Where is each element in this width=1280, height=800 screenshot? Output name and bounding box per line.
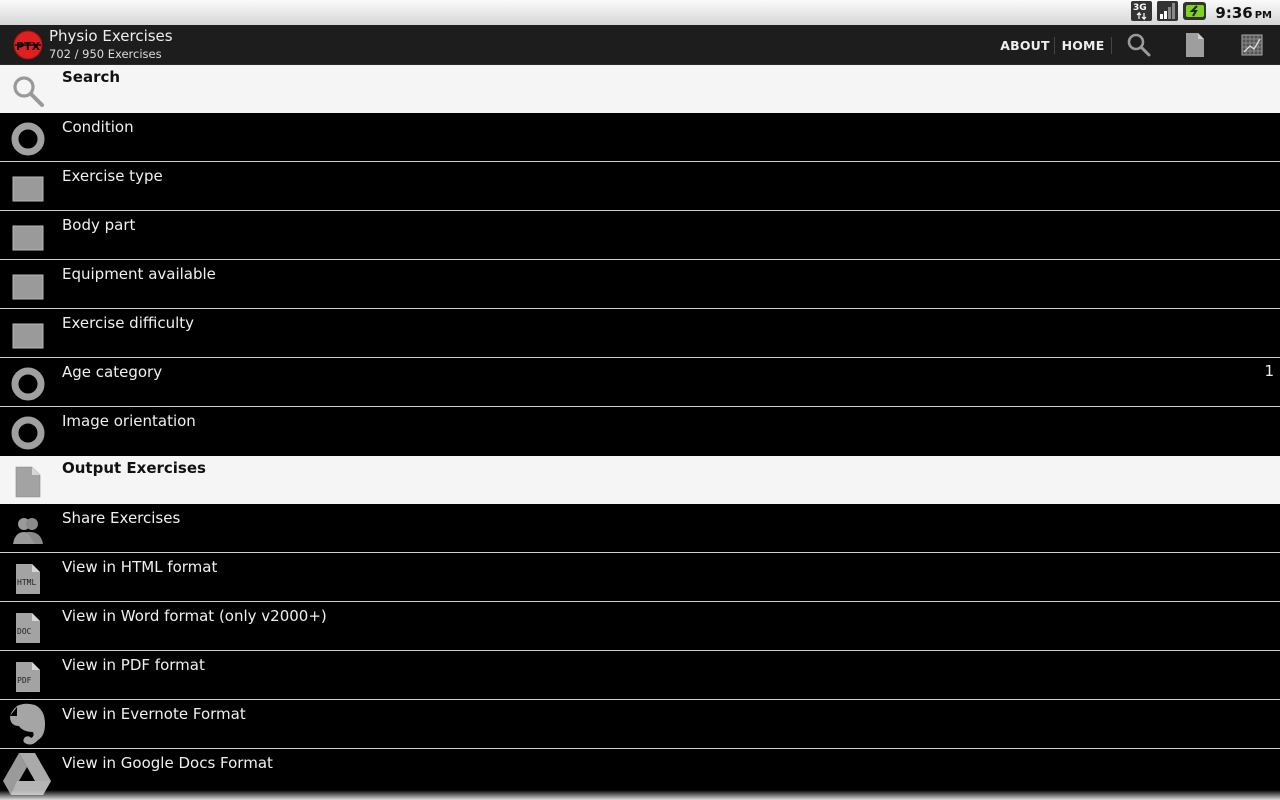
checkbox-icon [8,268,48,304]
list-item-exercise-type[interactable]: Exercise type [0,162,1280,211]
status-bar: 3G 9:36 PM [0,0,1280,25]
list-item-label: View in Word format (only v2000+) [62,607,327,625]
list-item-view-google-docs[interactable]: View in Google Docs Format [0,749,1280,798]
list-item-body-part[interactable]: Body part [0,211,1280,260]
battery-charging-icon [1183,0,1207,26]
list-item-equipment-available[interactable]: Equipment available [0,260,1280,309]
output-button[interactable] [1180,30,1210,60]
checkbox-icon [8,170,48,206]
list-item-label: Equipment available [62,265,216,283]
home-button[interactable]: HOME [1058,25,1108,65]
divider [1111,37,1112,54]
checkbox-icon [8,317,48,353]
app-title: Physio Exercises [49,27,173,45]
selection-count: 1 [1264,362,1274,380]
list-item-label: Condition [62,118,134,136]
list-item-image-orientation[interactable]: Image orientation [0,407,1280,456]
section-header-output: Output Exercises [0,456,1280,504]
list-item-share-exercises[interactable]: Share Exercises [0,504,1280,553]
app-logo[interactable]: PTX [13,30,43,60]
filter-list: Search Condition Exercise type Body part… [0,65,1280,798]
list-item-view-pdf[interactable]: PDF View in PDF format [0,651,1280,700]
list-item-view-word[interactable]: DOC View in Word format (only v2000+) [0,602,1280,651]
list-item-condition[interactable]: Condition [0,113,1280,162]
list-item-view-html[interactable]: HTML View in HTML format [0,553,1280,602]
clock-ampm: PM [1254,9,1272,21]
network-type-label: 3G [1133,3,1147,13]
section-header-label: Output Exercises [62,459,206,477]
file-tag: DOC [17,627,32,636]
doc-file-icon: DOC [8,610,48,646]
grid-chart-icon [1241,34,1263,56]
signal-strength-icon [1157,0,1179,26]
clock-time: 9:36 [1215,3,1253,22]
list-item-label: View in Google Docs Format [62,754,273,772]
document-icon [1186,33,1204,57]
file-tag: HTML [17,578,36,587]
radio-ring-icon [8,415,48,451]
about-button[interactable]: ABOUT [998,25,1052,65]
search-icon [8,73,48,109]
file-tag: PDF [17,676,32,685]
document-icon [8,464,48,500]
radio-ring-icon [8,366,48,402]
list-item-exercise-difficulty[interactable]: Exercise difficulty [0,309,1280,358]
search-icon [1127,33,1151,57]
list-item-label: Image orientation [62,412,196,430]
list-item-view-evernote[interactable]: View in Evernote Format [0,700,1280,749]
exercise-count: 702 / 950 Exercises [49,47,162,61]
section-header-search: Search [0,65,1280,113]
list-item-label: Body part [62,216,136,234]
list-item-label: Exercise difficulty [62,314,195,332]
html-file-icon: HTML [8,561,48,597]
list-item-age-category[interactable]: Age category 1 [0,358,1280,407]
section-header-label: Search [62,68,121,86]
search-button[interactable] [1124,30,1154,60]
grid-chart-button[interactable] [1237,30,1267,60]
list-item-label: Age category [62,363,163,381]
evernote-icon [4,702,50,748]
checkbox-icon [8,219,48,255]
network-3g-icon: 3G [1131,0,1153,26]
pdf-file-icon: PDF [8,659,48,695]
action-bar: PTX Physio Exercises 702 / 950 Exercises… [0,25,1280,65]
people-icon [8,512,48,548]
list-item-label: Exercise type [62,167,163,185]
list-item-label: Share Exercises [62,509,181,527]
divider [1054,37,1055,54]
clock: 9:36 PM [1215,4,1272,22]
google-drive-icon [2,751,52,797]
list-item-label: View in HTML format [62,558,218,576]
list-item-label: View in PDF format [62,656,205,674]
list-item-label: View in Evernote Format [62,705,246,723]
logo-text: PTX [16,40,41,53]
radio-ring-icon [8,121,48,157]
